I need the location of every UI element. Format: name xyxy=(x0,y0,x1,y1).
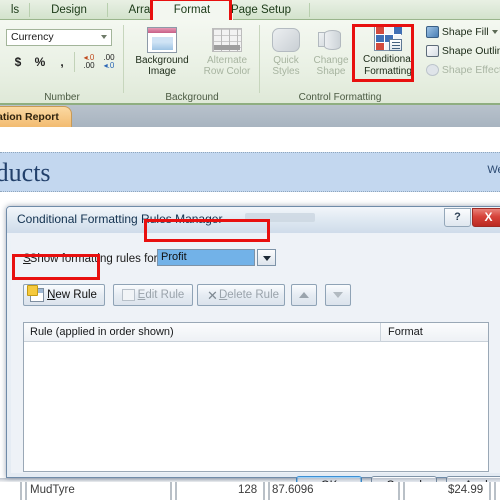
new-rule-icon xyxy=(27,285,44,302)
background-image-label: Background Image xyxy=(135,55,189,77)
chevron-down-icon xyxy=(262,255,271,261)
group-label-number: Number xyxy=(44,92,80,103)
show-rules-selected-value: Profit xyxy=(158,250,254,265)
conditional-formatting-button[interactable]: Conditional Formatting xyxy=(356,23,420,83)
data-cell-value: 87.6096 xyxy=(272,484,314,496)
ribbon-tab-label: Design xyxy=(51,4,87,16)
report-date: Wedne xyxy=(487,164,500,176)
document-tab-report[interactable]: ation Report xyxy=(0,106,72,127)
comma-symbol: , xyxy=(60,55,64,69)
comma-style-button[interactable]: , xyxy=(54,54,70,70)
move-down-button[interactable] xyxy=(325,284,351,306)
move-up-button[interactable] xyxy=(291,284,317,306)
decrease-decimal-button[interactable]: .00 ◂.0 xyxy=(100,54,118,70)
edit-rule-button[interactable]: Edit Rule xyxy=(113,284,193,306)
currency-symbol: $ xyxy=(14,55,22,69)
data-cell-name: MudTyre xyxy=(30,484,75,496)
change-shape-icon xyxy=(318,28,344,52)
ribbon-group-background: Background Image Alternate Row Color Bac… xyxy=(124,20,260,105)
alternate-row-color-label: Alternate Row Color xyxy=(203,55,251,77)
rules-list-header: Rule (applied in order shown) Format xyxy=(24,323,488,342)
shape-effects-label: Shape Effects xyxy=(441,64,500,76)
increase-decimal-button[interactable]: ◂.0.00 xyxy=(80,54,98,70)
chevron-down-icon xyxy=(101,35,107,39)
alternate-row-color-icon xyxy=(212,28,242,52)
report-data-row: MudTyre 128 87.6096 $24.99 xyxy=(0,482,500,500)
dialog-title: Conditional Formatting Rules Manager xyxy=(17,212,223,226)
shape-effects-button[interactable]: Shape Effects xyxy=(426,64,500,77)
close-icon: X xyxy=(484,210,493,224)
close-button[interactable]: X xyxy=(472,208,500,227)
show-rules-label: SShow formatting rules for: xyxy=(23,253,161,265)
title-bar-ghost-text xyxy=(245,213,315,222)
report-header-band: roducts Wedne xyxy=(0,152,500,192)
edit-rule-icon xyxy=(122,289,135,301)
shape-outline-label: Shape Outline xyxy=(441,45,500,57)
background-image-icon xyxy=(147,27,177,53)
delete-rule-button[interactable]: ✕ Delete Rule xyxy=(197,284,285,306)
quick-styles-button[interactable]: Quick Styles xyxy=(264,24,308,82)
show-rules-dropdown[interactable]: Profit xyxy=(157,249,255,266)
document-tab-label: ation Report xyxy=(0,111,59,123)
ribbon-tab-tools[interactable]: ls xyxy=(0,0,30,20)
screen-root: ls Design Arrange Format Page Setup Curr… xyxy=(0,0,500,500)
background-image-button[interactable]: Background Image xyxy=(130,24,194,82)
conditional-formatting-rules-manager-dialog: Conditional Formatting Rules Manager ? X… xyxy=(6,206,500,497)
show-rules-dropdown-button[interactable] xyxy=(257,249,276,266)
ribbon-tab-design[interactable]: Design xyxy=(30,0,108,20)
report-title: roducts xyxy=(0,158,51,187)
arrow-down-icon xyxy=(333,292,343,298)
shape-outline-button[interactable]: Shape Outline xyxy=(426,45,500,58)
shape-fill-button[interactable]: Shape Fill xyxy=(426,26,498,39)
shape-fill-label: Shape Fill xyxy=(441,26,489,38)
column-header-rule: Rule (applied in order shown) xyxy=(30,326,174,338)
rules-list[interactable]: Rule (applied in order shown) Format xyxy=(23,322,489,472)
ribbon-tab-label: Format xyxy=(173,4,211,16)
ribbon-body: Currency $ % , ◂.0.00 .00 ◂.0 Number Back… xyxy=(0,20,500,105)
conditional-formatting-badge xyxy=(389,39,402,51)
chevron-down-icon xyxy=(491,30,498,35)
quick-styles-label: Quick Styles xyxy=(272,55,300,77)
new-rule-button[interactable]: New Rule xyxy=(23,284,105,306)
change-shape-label: Change Shape xyxy=(313,55,349,77)
data-cell-price: $24.99 xyxy=(448,484,484,496)
percent-style-button[interactable]: % xyxy=(32,54,48,70)
ribbon-tab-strip: ls Design Arrange Format Page Setup xyxy=(0,0,500,20)
arrow-up-icon xyxy=(299,292,309,298)
delete-x-icon: ✕ xyxy=(207,288,218,303)
data-cell-qty: 128 xyxy=(238,484,258,496)
alternate-row-color-button[interactable]: Alternate Row Color xyxy=(198,24,256,82)
number-format-combo[interactable]: Currency xyxy=(6,29,112,46)
document-tab-strip: ation Report xyxy=(0,105,500,127)
conditional-formatting-icon xyxy=(374,25,402,51)
quick-styles-icon xyxy=(272,28,300,52)
number-format-value: Currency xyxy=(11,31,54,43)
dialog-content: SShow formatting rules for: Profit New R… xyxy=(11,234,500,497)
group-label-control-formatting: Control Formatting xyxy=(298,92,382,103)
help-button[interactable]: ? xyxy=(444,208,471,227)
ribbon-tab-page-setup[interactable]: Page Setup xyxy=(212,0,310,20)
document-top-margin xyxy=(0,127,500,152)
ribbon-tab-label: Page Setup xyxy=(230,4,292,16)
change-shape-button[interactable]: Change Shape xyxy=(308,24,354,82)
column-header-format: Format xyxy=(388,326,423,338)
percent-symbol: % xyxy=(34,55,46,69)
ribbon-tab-label: ls xyxy=(10,4,20,16)
ribbon-group-number: Currency $ % , ◂.0.00 .00 ◂.0 Number xyxy=(0,20,124,105)
ribbon-group-control-formatting: Quick Styles Change Shape Conditional Fo… xyxy=(260,20,500,105)
dialog-title-bar[interactable]: Conditional Formatting Rules Manager ? X xyxy=(7,207,500,233)
conditional-formatting-label: Conditional Formatting xyxy=(362,54,414,77)
number-group-divider xyxy=(74,52,75,72)
currency-style-button[interactable]: $ xyxy=(10,54,26,70)
group-label-background: Background xyxy=(165,92,219,103)
